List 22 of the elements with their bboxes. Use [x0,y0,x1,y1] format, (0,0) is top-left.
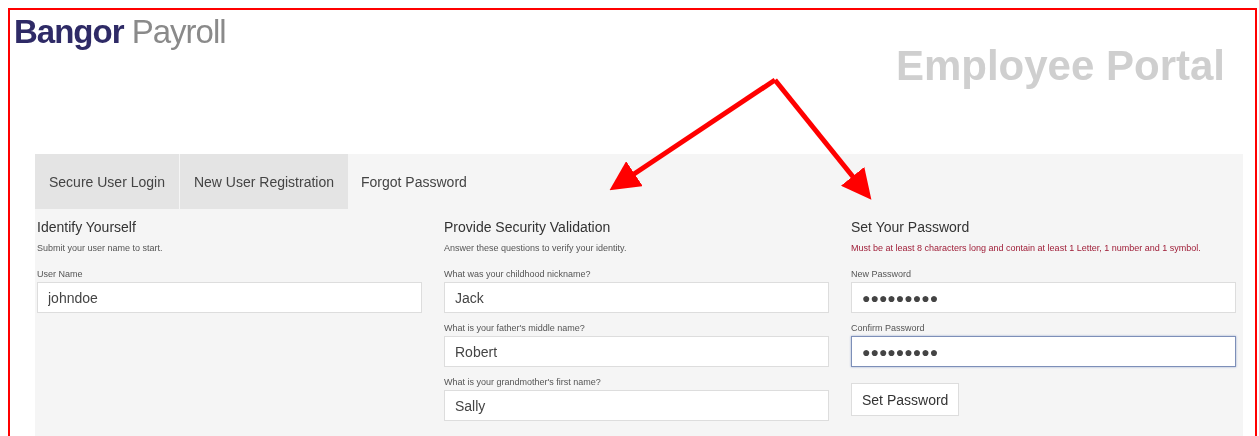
section-heading: Provide Security Validation [444,219,612,235]
input-field[interactable]: Sally [444,390,829,421]
field-label: Confirm Password [851,323,926,333]
input-field[interactable]: ●●●●●●●●● [851,336,1236,367]
section-description: Answer these questions to verify your identity. [444,243,628,253]
input-field[interactable]: ●●●●●●●●● [851,282,1236,313]
logo: Bangor Payroll [14,14,226,50]
section-heading: Identify Yourself [37,219,137,235]
section-heading: Set Your Password [851,219,971,235]
input-field[interactable]: Robert [444,336,829,367]
tab[interactable]: New User Registration [179,154,349,209]
field-label: What was your childhood nickname? [444,269,592,279]
field-label: User Name [37,269,84,279]
field-label: What is your father's middle name? [444,323,586,333]
field-label: What is your grandmother's first name? [444,377,602,387]
field-label: New Password [851,269,913,279]
tab[interactable]: Secure User Login [35,154,180,209]
input-field[interactable]: Jack [444,282,829,313]
section-description: Submit your user name to start. [37,243,164,253]
set-password-button[interactable]: Set Password [851,383,960,416]
password-requirements: Must be at least 8 characters long and contain at least 1 Letter, 1 number and 1 symbol. [851,243,1202,253]
input-field[interactable]: johndoe [37,282,422,313]
